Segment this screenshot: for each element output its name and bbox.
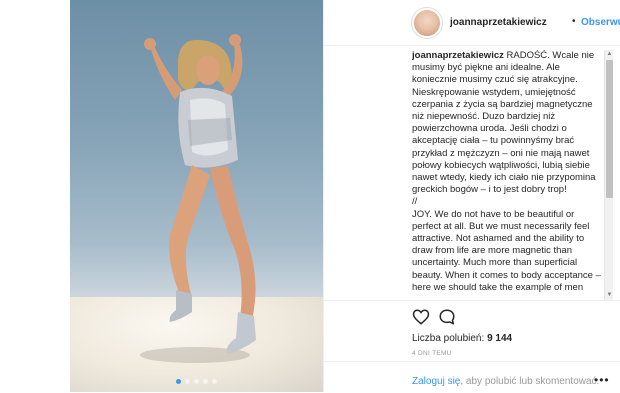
carousel-dot <box>194 379 199 384</box>
carousel-dot-active <box>176 379 181 384</box>
post-header: joannaprzetakiewicz • Obserwuj <box>324 0 620 46</box>
post-photo[interactable] <box>70 0 323 392</box>
dancing-woman-illustration <box>140 34 256 363</box>
carousel-dot <box>203 379 208 384</box>
instagram-post: joannaprzetakiewicz • Obserwuj joannaprz… <box>0 0 620 392</box>
header-username[interactable]: joannaprzetakiewicz <box>450 17 547 28</box>
heart-icon[interactable] <box>412 308 430 326</box>
caption-container: joannaprzetakiewicz RADOŚĆ. Wcale nie mu… <box>412 50 612 300</box>
carousel-dot <box>185 379 190 384</box>
likes-number: 9 144 <box>487 333 513 344</box>
post-caption: joannaprzetakiewicz RADOŚĆ. Wcale nie mu… <box>412 50 602 294</box>
post-timestamp: 4 DNI TEMU <box>412 350 452 357</box>
more-options-icon[interactable]: ••• <box>594 373 610 387</box>
likes-label: Liczba polubień: <box>412 333 485 344</box>
header-separator: • <box>572 16 576 27</box>
avatar[interactable] <box>412 8 442 38</box>
login-prompt: Zaloguj się, aby polubić lub skomentować… <box>324 361 620 393</box>
caption-scrollbar[interactable]: ▲ ▼ <box>604 50 613 300</box>
comment-icon[interactable] <box>438 308 456 326</box>
scroll-up-arrow-icon[interactable]: ▲ <box>606 51 613 58</box>
caption-username[interactable]: joannaprzetakiewicz <box>412 50 504 61</box>
scrollbar-thumb[interactable] <box>606 60 613 198</box>
login-prompt-text: Zaloguj się, aby polubić lub skomentować… <box>412 376 599 387</box>
post-sidebar: joannaprzetakiewicz • Obserwuj joannaprz… <box>323 0 620 392</box>
caption-text: RADOŚĆ. Wcale nie musimy być piękne ani … <box>412 50 601 293</box>
login-link[interactable]: Zaloguj się <box>412 376 460 387</box>
follow-button[interactable]: Obserwuj <box>581 17 620 28</box>
scroll-down-arrow-icon[interactable]: ▼ <box>606 292 613 299</box>
carousel-indicator <box>70 379 323 384</box>
carousel-dot <box>212 379 217 384</box>
login-rest-text: , aby polubić lub skomentować. <box>460 376 600 387</box>
likes-count[interactable]: Liczba polubień: 9 144 <box>412 333 512 344</box>
post-actions: Liczba polubień: 9 144 4 DNI TEMU Zalogu… <box>324 300 620 392</box>
